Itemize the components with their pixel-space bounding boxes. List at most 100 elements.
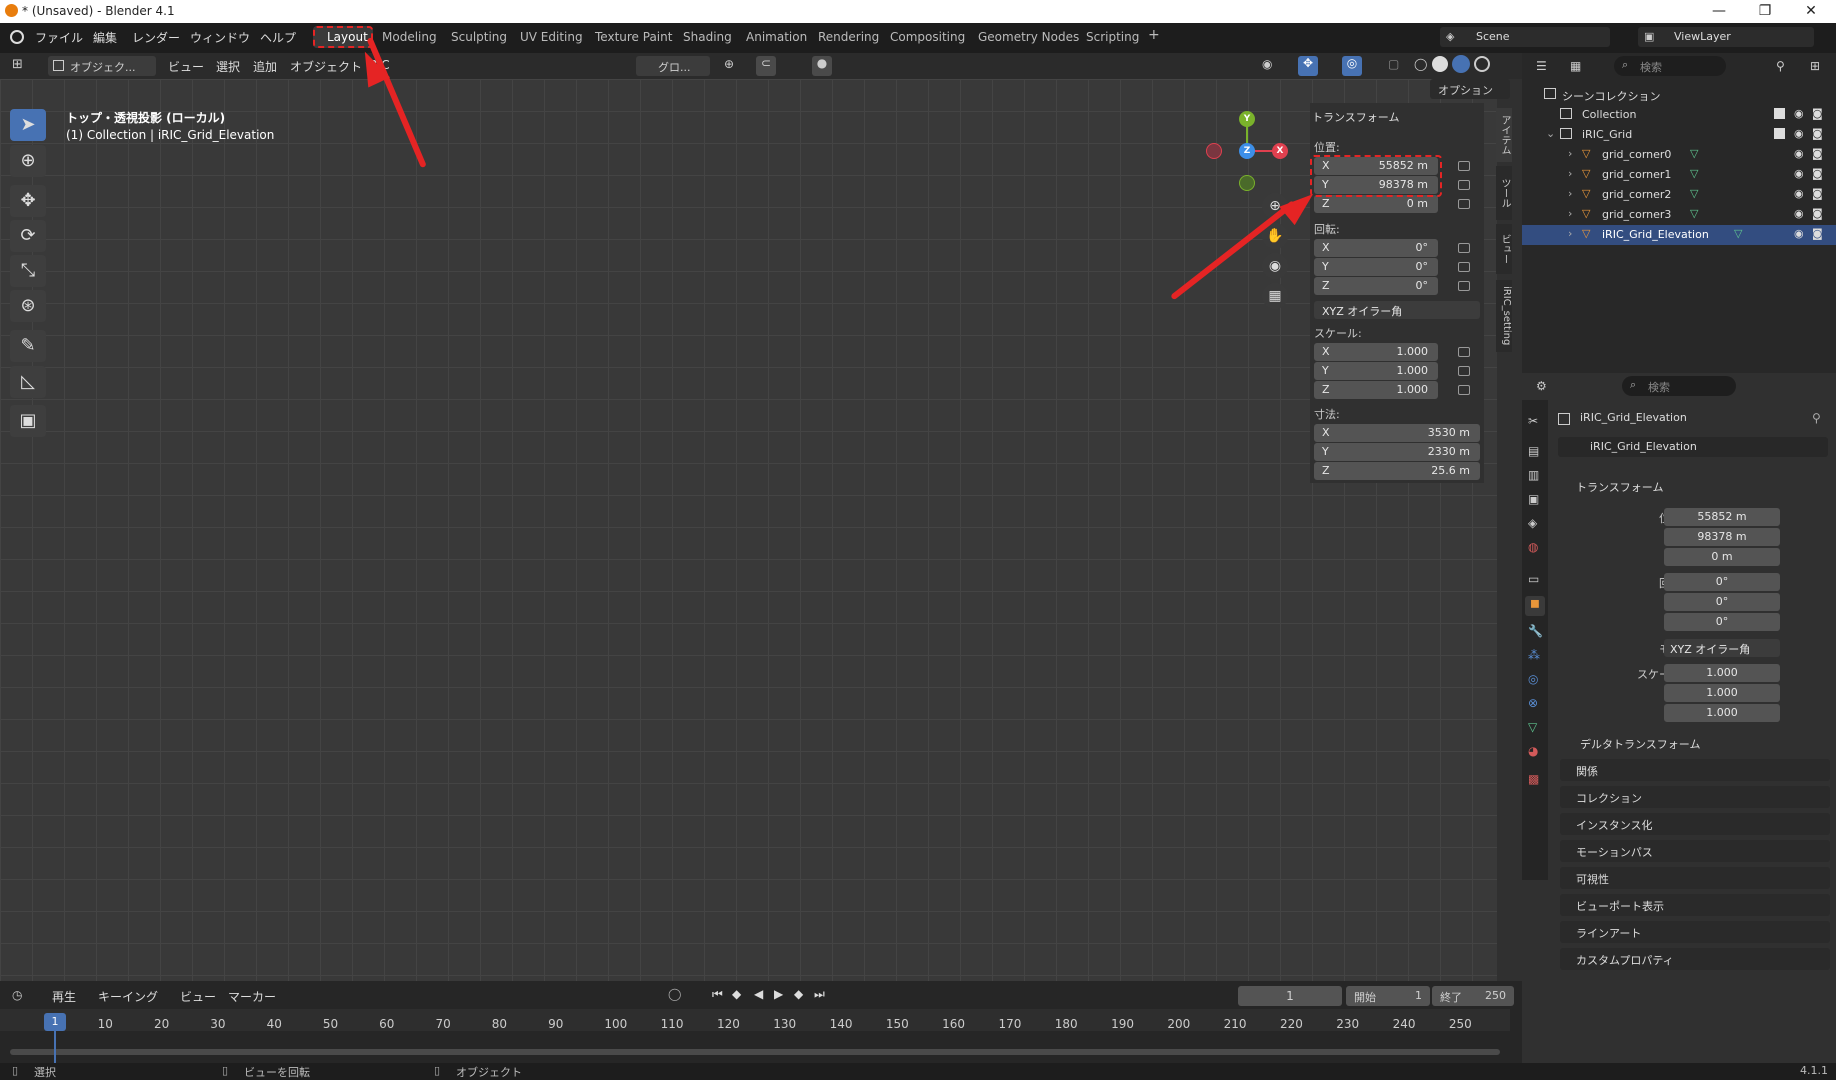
gizmo-z-axis[interactable]: Z <box>1239 143 1255 159</box>
texture-tab-icon[interactable]: ▩ <box>1528 772 1539 786</box>
prev-keyframe-icon[interactable]: ◆ <box>732 987 741 1001</box>
tab-geometry-nodes[interactable]: Geometry Nodes <box>978 30 1079 44</box>
eye-icon[interactable]: ◉ <box>1794 147 1804 160</box>
tab-modeling[interactable]: Modeling <box>382 30 437 44</box>
shading-material-icon[interactable] <box>1452 55 1470 73</box>
object-tab-icon[interactable]: ◼ <box>1525 596 1545 616</box>
transform-section-header[interactable]: トランスフォーム <box>1576 479 1663 495</box>
prop-rotation-y-field[interactable]: 0° <box>1664 593 1780 611</box>
lock-icon[interactable] <box>1458 366 1470 376</box>
camera-icon[interactable]: ◙ <box>1812 187 1823 200</box>
maximize-button[interactable]: ❐ <box>1742 0 1788 23</box>
mesh-data-icon[interactable]: ▽ <box>1734 227 1742 240</box>
rotation-mode-dropdown[interactable]: XYZ オイラー角 <box>1314 301 1480 319</box>
scale-y-field[interactable]: Y 1.000 <box>1314 362 1438 380</box>
gizmo-y-axis[interactable]: Y <box>1239 111 1255 127</box>
camera-icon[interactable]: ◙ <box>1812 127 1823 140</box>
menu-add[interactable]: 追加 <box>253 58 277 75</box>
section-motion-paths[interactable]: モーションパス <box>1560 840 1830 862</box>
delta-transform-header[interactable]: デルタトランスフォーム <box>1580 736 1700 752</box>
section-instancing[interactable]: インスタンス化 <box>1560 813 1830 835</box>
datablock-field[interactable]: iRIC_Grid_Elevation <box>1558 437 1828 457</box>
expand-chevron-icon[interactable]: › <box>1568 167 1572 180</box>
play-reverse-icon[interactable]: ◀ <box>754 987 763 1001</box>
scale-tool[interactable]: ⤡ <box>10 255 46 287</box>
lock-icon[interactable] <box>1458 180 1470 190</box>
mode-dropdown[interactable]: オブジェク... <box>48 56 156 76</box>
menu-window[interactable]: ウィンドウ <box>190 29 250 46</box>
gizmo-neg-x-axis[interactable] <box>1206 143 1222 159</box>
dimensions-y-field[interactable]: Y 2330 m <box>1314 443 1480 461</box>
blender-menu-icon[interactable] <box>10 30 24 44</box>
lock-icon[interactable] <box>1458 385 1470 395</box>
tool-tab-icon[interactable]: ✂ <box>1528 414 1538 428</box>
new-collection-icon[interactable]: ⊞ <box>1810 59 1820 73</box>
prop-location-y-field[interactable]: 98378 m <box>1664 528 1780 546</box>
tab-scripting[interactable]: Scripting <box>1086 30 1139 44</box>
shading-solid-icon[interactable] <box>1432 56 1448 72</box>
editor-type-icon[interactable]: ⊞ <box>12 57 23 72</box>
eye-icon[interactable]: ◉ <box>1794 167 1804 180</box>
measure-tool[interactable]: ◺ <box>10 366 46 398</box>
prop-rotation-z-field[interactable]: 0° <box>1664 613 1780 631</box>
tab-layout[interactable]: Layout <box>327 30 368 44</box>
timeline-menu-view[interactable]: ビュー <box>180 988 216 1005</box>
properties-editor-icon[interactable]: ⚙ <box>1536 379 1547 393</box>
camera-icon[interactable]: ◙ <box>1812 167 1823 180</box>
mesh-data-icon[interactable]: ▽ <box>1690 187 1698 200</box>
section-visibility[interactable]: 可視性 <box>1560 867 1830 889</box>
tab-sculpting[interactable]: Sculpting <box>451 30 507 44</box>
collection-tab-icon[interactable]: ▭ <box>1528 572 1539 586</box>
next-keyframe-icon[interactable]: ◆ <box>794 987 803 1001</box>
eye-icon[interactable]: ◉ <box>1794 207 1804 220</box>
pivot-icon[interactable]: ⊕ <box>724 57 734 71</box>
transform-orientation-dropdown[interactable]: グロ... <box>636 56 710 76</box>
modifier-tab-icon[interactable]: 🔧 <box>1528 624 1543 638</box>
view-layer-tab-icon[interactable]: ▣ <box>1528 492 1539 506</box>
outliner-display-mode-icon[interactable]: ▦ <box>1570 59 1581 73</box>
outliner-row-iric-grid[interactable]: ⌄ iRIC_Grid ◉ ◙ <box>1522 125 1836 145</box>
tab-texture-paint[interactable]: Texture Paint <box>595 30 672 44</box>
menu-render[interactable]: レンダー <box>132 29 180 46</box>
material-tab-icon[interactable]: ◕ <box>1528 744 1538 758</box>
minimize-button[interactable]: — <box>1696 0 1742 23</box>
outliner-editor-icon[interactable]: ☰ <box>1536 59 1547 73</box>
expand-chevron-icon[interactable]: › <box>1568 207 1572 220</box>
rotation-x-field[interactable]: X 0° <box>1314 239 1438 257</box>
particles-tab-icon[interactable]: ⁂ <box>1528 648 1540 662</box>
mesh-data-icon[interactable]: ▽ <box>1690 167 1698 180</box>
data-tab-icon[interactable]: ▽ <box>1528 720 1537 734</box>
rotate-tool[interactable]: ⟳ <box>10 220 46 252</box>
gizmo-neg-y-axis[interactable] <box>1239 175 1255 191</box>
prop-rotation-mode-dropdown[interactable]: XYZ オイラー角 <box>1664 639 1780 657</box>
outliner-search[interactable]: ⌕ 検索 <box>1614 56 1726 76</box>
record-icon[interactable]: ◯ <box>668 987 681 1001</box>
render-tab-icon[interactable]: ▤ <box>1528 444 1539 458</box>
add-workspace-button[interactable]: + <box>1148 27 1160 43</box>
lock-icon[interactable] <box>1458 243 1470 253</box>
eye-icon[interactable]: ◉ <box>1794 127 1804 140</box>
prop-scale-x-field[interactable]: 1.000 <box>1664 664 1780 682</box>
sidebar-tab-tool[interactable]: ツール <box>1496 166 1512 220</box>
menu-file[interactable]: ファイル <box>35 29 83 46</box>
constraints-tab-icon[interactable]: ⊗ <box>1528 696 1538 710</box>
properties-search[interactable]: ⌕ 検索 <box>1622 376 1736 396</box>
snap-icon[interactable]: ⊂ <box>756 56 776 76</box>
dimensions-x-field[interactable]: X 3530 m <box>1314 424 1480 442</box>
proportional-edit-icon[interactable]: ● <box>812 56 832 76</box>
menu-view[interactable]: ビュー <box>168 58 204 75</box>
rotation-z-field[interactable]: Z 0° <box>1314 277 1438 295</box>
mesh-data-icon[interactable]: ▽ <box>1690 207 1698 220</box>
select-box-tool[interactable]: ➤ <box>10 109 46 141</box>
viewlayer-selector[interactable]: ▣ ViewLayer <box>1638 27 1814 47</box>
outliner-row-grid-corner1[interactable]: › ▽ grid_corner1 ▽ ◉ ◙ <box>1522 165 1836 185</box>
current-frame-field[interactable]: 1 <box>1238 986 1342 1006</box>
tab-shading[interactable]: Shading <box>683 30 732 44</box>
start-frame-field[interactable]: 開始 1 <box>1346 986 1430 1006</box>
menu-edit[interactable]: 編集 <box>93 29 117 46</box>
outliner-row-scene-collection[interactable]: シーンコレクション <box>1522 85 1836 105</box>
outliner-row-grid-corner0[interactable]: › ▽ grid_corner0 ▽ ◉ ◙ <box>1522 145 1836 165</box>
expand-chevron-icon[interactable]: ⌄ <box>1546 127 1555 140</box>
section-collections[interactable]: コレクション <box>1560 786 1830 808</box>
prop-location-z-field[interactable]: 0 m <box>1664 548 1780 566</box>
